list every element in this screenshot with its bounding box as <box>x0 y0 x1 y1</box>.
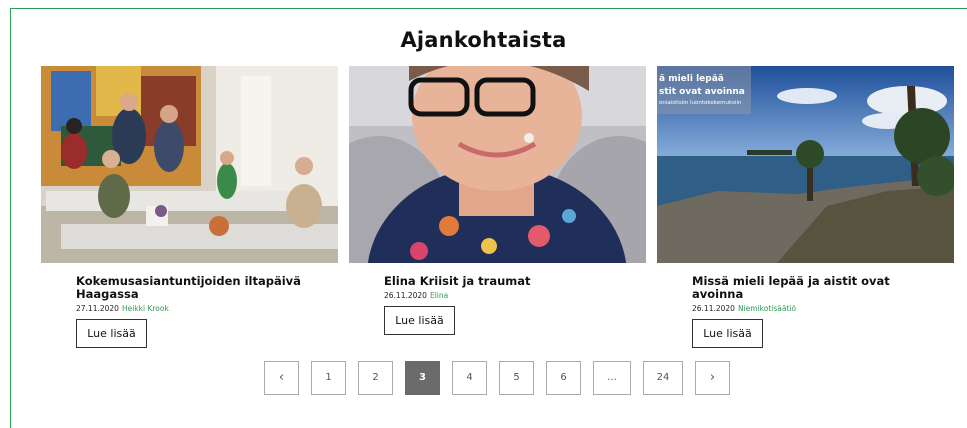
card-title[interactable]: Elina Kriisit ja traumat <box>384 275 624 288</box>
card-title[interactable]: Missä mieli lepää ja aistit ovat avoinna <box>692 275 932 301</box>
card-date: 26.11.2020 <box>692 304 735 313</box>
card-date: 26.11.2020 <box>384 291 427 300</box>
card-photo[interactable]: ä mieli lepää stit ovat avoinna oniaisti… <box>657 66 954 263</box>
read-more-button[interactable]: Lue lisää <box>692 319 763 348</box>
portrait-photo <box>349 66 646 263</box>
news-card: ä mieli lepää stit ovat avoinna oniaisti… <box>657 66 954 348</box>
page-button-5[interactable]: 5 <box>499 361 534 395</box>
page-ellipsis: ... <box>593 361 631 395</box>
page-button-24[interactable]: 24 <box>643 361 683 395</box>
read-more-button[interactable]: Lue lisää <box>384 306 455 335</box>
page-button-1[interactable]: 1 <box>311 361 346 395</box>
page-button-4[interactable]: 4 <box>452 361 487 395</box>
card-author[interactable]: Niemikotisäätiö <box>738 304 796 313</box>
card-photo[interactable] <box>41 66 338 263</box>
read-more-button[interactable]: Lue lisää <box>76 319 147 348</box>
page-button-2[interactable]: 2 <box>358 361 393 395</box>
card-meta: 26.11.2020 Elina <box>384 291 646 300</box>
card-meta: 27.11.2020 Heikki Krook <box>76 304 338 313</box>
section-title: Ajankohtaista <box>400 28 567 52</box>
prev-page-button[interactable]: ‹ <box>264 361 299 395</box>
card-photo[interactable] <box>349 66 646 263</box>
card-date: 27.11.2020 <box>76 304 119 313</box>
page-button-3-current[interactable]: 3 <box>405 361 440 395</box>
caption-line: stit ovat avoinna <box>659 87 745 97</box>
card-author[interactable]: Elina <box>430 291 448 300</box>
card-meta: 26.11.2020 Niemikotisäätiö <box>692 304 954 313</box>
news-card: Kokemusasiantuntijoiden iltapäivä Haagas… <box>41 66 338 348</box>
photo-caption-overlay: ä mieli lepää stit ovat avoinna oniaisti… <box>657 66 751 114</box>
caption-line: ä mieli lepää <box>659 74 724 84</box>
page-button-6[interactable]: 6 <box>546 361 581 395</box>
card-author[interactable]: Heikki Krook <box>122 304 169 313</box>
group-meeting-photo <box>41 66 338 263</box>
next-page-button[interactable]: › <box>695 361 730 395</box>
caption-subline: oniaistisiin luontokokemuksiin <box>659 100 742 106</box>
news-card: Elina Kriisit ja traumat 26.11.2020 Elina… <box>349 66 646 335</box>
card-title[interactable]: Kokemusasiantuntijoiden iltapäivä Haagas… <box>76 275 316 301</box>
